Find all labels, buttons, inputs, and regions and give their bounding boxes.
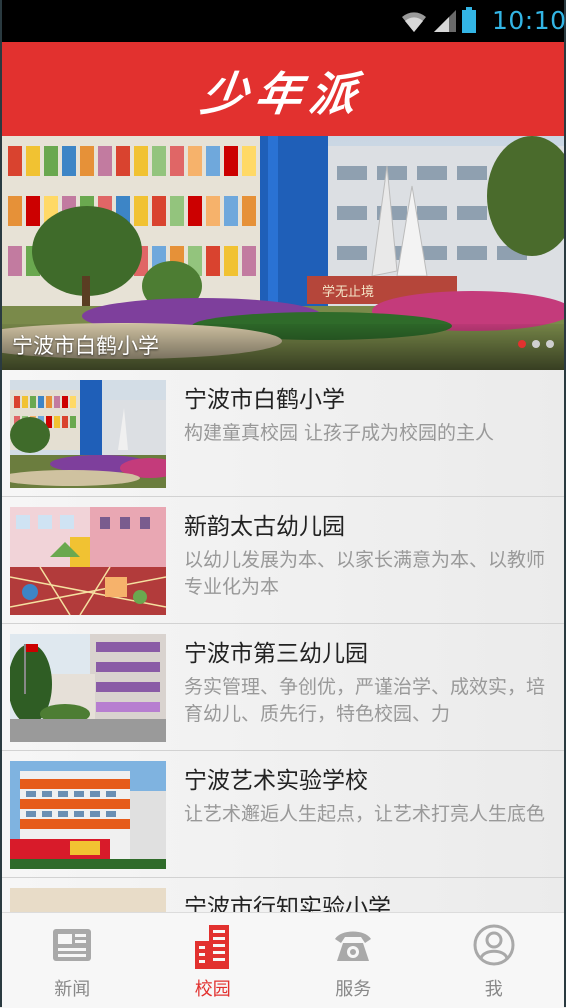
school-name: 宁波市行知实验小学 <box>184 895 391 912</box>
kindergarten-building-photo-icon <box>10 634 166 742</box>
status-bar: 10:10 <box>2 0 566 42</box>
nav-tab-campus[interactable]: 校园 <box>143 913 284 1008</box>
wifi-icon <box>402 12 426 32</box>
school-description: 构建童真校园 让孩子成为校园的主人 <box>184 422 495 444</box>
list-item[interactable]: 宁波市第三幼儿园 务实管理、争创优，严谨治学、成效实，培育幼儿、质先行，特色校园… <box>2 624 564 751</box>
battery-icon <box>462 7 476 33</box>
carousel-indicator <box>512 333 554 352</box>
banner-carousel[interactable]: 学无止境 宁波市白鹤小学 <box>2 136 564 370</box>
school-description: 以幼儿发展为本、以家长满意为本、以教师专业化为本 <box>184 549 546 598</box>
nav-label: 服务 <box>335 979 372 1000</box>
nav-label: 校园 <box>194 979 231 1000</box>
school-thumbnail <box>10 888 166 912</box>
kindergarten-playground-photo-icon <box>10 507 166 615</box>
carousel-dot[interactable] <box>532 340 540 348</box>
list-item[interactable]: 新韵太古幼儿园 以幼儿发展为本、以家长满意为本、以教师专业化为本 <box>2 497 564 624</box>
school-thumbnail <box>10 380 166 488</box>
school-thumbnail <box>10 507 166 615</box>
list-item[interactable]: 宁波市行知实验小学 <box>2 878 564 912</box>
signal-icon <box>434 10 456 32</box>
status-time: 10:10 <box>492 6 566 35</box>
art-school-building-photo-icon <box>10 761 166 869</box>
list-item[interactable]: 宁波艺术实验学校 让艺术邂逅人生起点，让艺术打亮人生底色 <box>2 751 564 878</box>
nav-tab-news[interactable]: 新闻 <box>2 913 143 1008</box>
list-item[interactable]: 宁波市白鹤小学 构建童真校园 让孩子成为校园的主人 <box>2 370 564 497</box>
campus-building-icon <box>194 925 229 969</box>
banner-sign-text: 学无止境 <box>322 284 374 300</box>
school-thumbnail <box>10 761 166 869</box>
school-list[interactable]: 宁波市白鹤小学 构建童真校园 让孩子成为校园的主人 新韵太古幼儿园 以幼儿发展为… <box>2 370 564 912</box>
school-name: 宁波市白鹤小学 <box>184 387 345 413</box>
school-thumbnail <box>10 634 166 742</box>
banner-caption: 宁波市白鹤小学 <box>12 334 159 358</box>
carousel-dot[interactable] <box>518 340 526 348</box>
school-name: 宁波艺术实验学校 <box>184 768 368 794</box>
carousel-dot[interactable] <box>546 340 554 348</box>
newspaper-icon <box>53 929 92 961</box>
school-name: 宁波市第三幼儿园 <box>184 641 368 667</box>
nav-label: 新闻 <box>54 979 91 1000</box>
school-description: 让艺术邂逅人生起点，让艺术打亮人生底色 <box>184 803 546 825</box>
school-description: 务实管理、争创优，严谨治学、成效实，培育幼儿、质先行，特色校园、力 <box>184 676 546 725</box>
app-title-logo: 少年派 <box>197 67 368 121</box>
school-building-photo-icon <box>10 380 166 488</box>
bottom-navigation: 新闻 校园 服务 我 <box>2 912 564 1008</box>
telephone-icon <box>335 931 372 961</box>
nav-tab-service[interactable]: 服务 <box>283 913 424 1008</box>
nav-tab-me[interactable]: 我 <box>424 913 565 1008</box>
school-building-photo-icon <box>10 888 166 912</box>
app-header: 少年派 <box>2 42 564 136</box>
user-icon <box>473 924 515 966</box>
school-name: 新韵太古幼儿园 <box>184 514 345 540</box>
nav-label: 我 <box>484 979 503 1000</box>
